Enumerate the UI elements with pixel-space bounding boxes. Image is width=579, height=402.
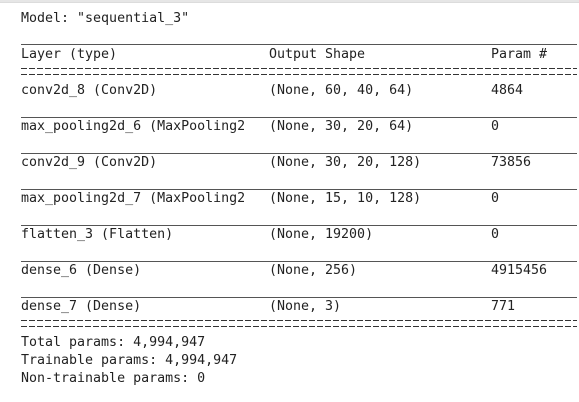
layer-name: max_pooling2d_6 (MaxPooling2 xyxy=(21,119,246,134)
trainable-params: Trainable params: 4,994,947 xyxy=(21,353,238,368)
layer-name: flatten_3 (Flatten) xyxy=(21,227,174,242)
header-layer: Layer (type) xyxy=(21,47,118,62)
header-top-rule xyxy=(21,44,577,45)
layer-param-count: 73856 xyxy=(491,155,532,170)
layer-output-shape: (None, 256) xyxy=(269,263,358,278)
non-trainable-params: Non-trainable params: 0 xyxy=(21,371,206,386)
layer-name: max_pooling2d_7 (MaxPooling2 xyxy=(21,191,246,206)
layer-output-shape: (None, 30, 20, 64) xyxy=(269,119,414,134)
layer-param-count: 4864 xyxy=(491,83,524,98)
row-divider xyxy=(21,225,577,226)
layer-name: conv2d_9 (Conv2D) xyxy=(21,155,158,170)
layer-param-count: 0 xyxy=(491,119,500,134)
layer-output-shape: (None, 3) xyxy=(269,299,342,314)
total-params: Total params: 4,994,947 xyxy=(21,335,206,350)
layer-param-count: 0 xyxy=(491,227,500,242)
layer-name: dense_7 (Dense) xyxy=(21,299,142,314)
layer-param-count: 0 xyxy=(491,191,500,206)
model-title: Model: "sequential_3" xyxy=(21,11,190,26)
row-divider xyxy=(21,117,577,118)
layer-param-count: 4915456 xyxy=(491,263,548,278)
layer-output-shape: (None, 15, 10, 128) xyxy=(269,191,422,206)
row-divider xyxy=(21,261,577,262)
cell-top-border xyxy=(0,0,579,3)
layer-output-shape: (None, 60, 40, 64) xyxy=(269,83,414,98)
layer-name: conv2d_8 (Conv2D) xyxy=(21,83,158,98)
row-divider xyxy=(21,189,577,190)
row-divider xyxy=(21,153,577,154)
layer-output-shape: (None, 19200) xyxy=(269,227,374,242)
layer-output-shape: (None, 30, 20, 128) xyxy=(269,155,422,170)
header-output-shape: Output Shape xyxy=(269,47,366,62)
layer-param-count: 771 xyxy=(491,299,516,314)
row-divider xyxy=(21,297,577,298)
layer-name: dense_6 (Dense) xyxy=(21,263,142,278)
header-param-count: Param # xyxy=(491,47,548,62)
